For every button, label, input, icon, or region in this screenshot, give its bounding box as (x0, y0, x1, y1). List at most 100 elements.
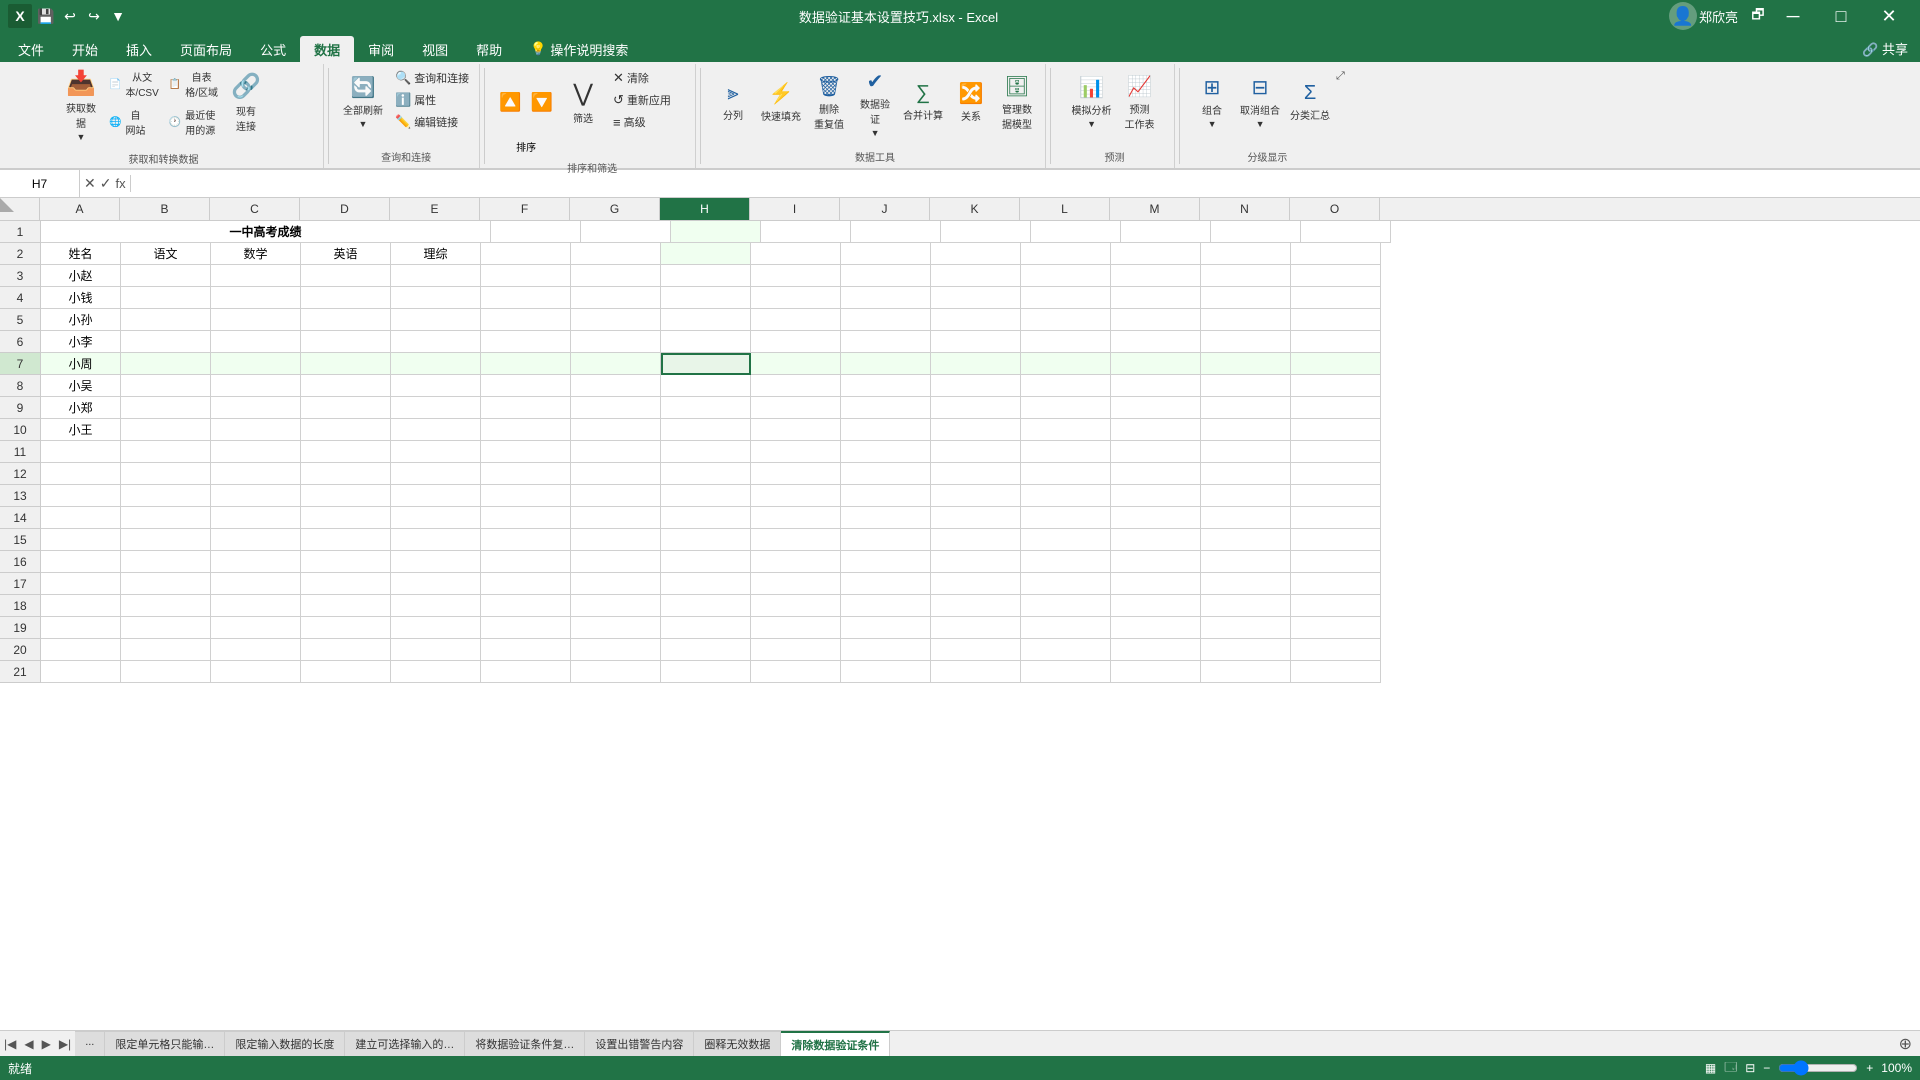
cell-N10[interactable] (1201, 419, 1291, 441)
cell-M8[interactable] (1111, 375, 1201, 397)
cell-N1[interactable] (1211, 221, 1301, 243)
cell-O8[interactable] (1291, 375, 1381, 397)
btn-clear[interactable]: ✕清除 (609, 68, 689, 88)
cell-B5[interactable] (121, 309, 211, 331)
cell-A18[interactable] (41, 595, 121, 617)
cell-J12[interactable] (841, 463, 931, 485)
cell-B11[interactable] (121, 441, 211, 463)
cell-A2[interactable]: 姓名 (41, 243, 121, 265)
cell-O13[interactable] (1291, 485, 1381, 507)
cell-M19[interactable] (1111, 617, 1201, 639)
cell-J16[interactable] (841, 551, 931, 573)
sheet-nav-prev[interactable]: ◀ (20, 1037, 37, 1051)
cell-L6[interactable] (1021, 331, 1111, 353)
cell-G4[interactable] (571, 287, 661, 309)
cell-G6[interactable] (571, 331, 661, 353)
cell-D3[interactable] (301, 265, 391, 287)
btn-get-data[interactable]: 📥 获取数据 ▼ (59, 66, 103, 145)
cell-J9[interactable] (841, 397, 931, 419)
cell-J17[interactable] (841, 573, 931, 595)
cell-F13[interactable] (481, 485, 571, 507)
cell-N15[interactable] (1201, 529, 1291, 551)
col-header-I[interactable]: I (750, 198, 840, 220)
tab-insert[interactable]: 插入 (112, 36, 166, 62)
page-break-icon[interactable]: ⊟ (1745, 1061, 1755, 1075)
btn-refresh-all[interactable]: 🔄 全部刷新 ▼ (339, 66, 387, 138)
cell-K13[interactable] (931, 485, 1021, 507)
cell-G11[interactable] (571, 441, 661, 463)
cell-B16[interactable] (121, 551, 211, 573)
row-header-2[interactable]: 2 (0, 243, 40, 265)
row-header-21[interactable]: 21 (0, 661, 40, 683)
col-header-C[interactable]: C (210, 198, 300, 220)
cell-E19[interactable] (391, 617, 481, 639)
cell-C13[interactable] (211, 485, 301, 507)
cell-G10[interactable] (571, 419, 661, 441)
cell-M4[interactable] (1111, 287, 1201, 309)
col-header-G[interactable]: G (570, 198, 660, 220)
cell-B8[interactable] (121, 375, 211, 397)
cell-J5[interactable] (841, 309, 931, 331)
cell-H8[interactable] (661, 375, 751, 397)
cell-N18[interactable] (1201, 595, 1291, 617)
row-header-3[interactable]: 3 (0, 265, 40, 287)
cell-K15[interactable] (931, 529, 1021, 551)
cell-J18[interactable] (841, 595, 931, 617)
cell-O2[interactable] (1291, 243, 1381, 265)
cell-K8[interactable] (931, 375, 1021, 397)
cell-C20[interactable] (211, 639, 301, 661)
share-button[interactable]: 🔗 共享 (1850, 39, 1920, 62)
cell-B21[interactable] (121, 661, 211, 683)
cell-A12[interactable] (41, 463, 121, 485)
cell-E14[interactable] (391, 507, 481, 529)
cell-O16[interactable] (1291, 551, 1381, 573)
sheet-nav-last[interactable]: ▶| (55, 1037, 75, 1051)
tab-search[interactable]: 💡操作说明搜索 (516, 36, 642, 62)
row-header-10[interactable]: 10 (0, 419, 40, 441)
btn-reapply[interactable]: ↺重新应用 (609, 90, 689, 110)
btn-consolidate[interactable]: ∑ 合并计算 (899, 66, 947, 138)
cell-A14[interactable] (41, 507, 121, 529)
cell-C7[interactable] (211, 353, 301, 375)
cell-F10[interactable] (481, 419, 571, 441)
cell-D20[interactable] (301, 639, 391, 661)
sheet-nav-first[interactable]: |◀ (0, 1037, 20, 1051)
cell-A3[interactable]: 小赵 (41, 265, 121, 287)
col-header-H[interactable]: H (660, 198, 750, 220)
cell-N14[interactable] (1201, 507, 1291, 529)
cell-A16[interactable] (41, 551, 121, 573)
cell-F9[interactable] (481, 397, 571, 419)
cell-J11[interactable] (841, 441, 931, 463)
tab-view[interactable]: 视图 (408, 36, 462, 62)
cell-B6[interactable] (121, 331, 211, 353)
cell-G12[interactable] (571, 463, 661, 485)
cell-B2[interactable]: 语文 (121, 243, 211, 265)
cell-L9[interactable] (1021, 397, 1111, 419)
col-header-E[interactable]: E (390, 198, 480, 220)
cell-H16[interactable] (661, 551, 751, 573)
btn-quick-fill[interactable]: ⚡ 快速填充 (757, 66, 805, 138)
cell-H19[interactable] (661, 617, 751, 639)
cell-C12[interactable] (211, 463, 301, 485)
cell-B14[interactable] (121, 507, 211, 529)
cell-H7[interactable] (661, 353, 751, 375)
cell-C8[interactable] (211, 375, 301, 397)
cell-K18[interactable] (931, 595, 1021, 617)
cell-E17[interactable] (391, 573, 481, 595)
cell-F16[interactable] (481, 551, 571, 573)
cell-B18[interactable] (121, 595, 211, 617)
cell-K6[interactable] (931, 331, 1021, 353)
btn-group[interactable]: ⊞ 组合 ▼ (1190, 66, 1234, 138)
cell-L15[interactable] (1021, 529, 1111, 551)
cell-L19[interactable] (1021, 617, 1111, 639)
cell-F21[interactable] (481, 661, 571, 683)
cell-J14[interactable] (841, 507, 931, 529)
cell-E8[interactable] (391, 375, 481, 397)
cell-D10[interactable] (301, 419, 391, 441)
cell-E5[interactable] (391, 309, 481, 331)
cell-E7[interactable] (391, 353, 481, 375)
cell-J7[interactable] (841, 353, 931, 375)
user-avatar[interactable]: 👤 (1669, 2, 1697, 30)
btn-data-model[interactable]: 🗄 管理数据模型 (995, 66, 1039, 138)
tab-layout[interactable]: 页面布局 (166, 36, 246, 62)
